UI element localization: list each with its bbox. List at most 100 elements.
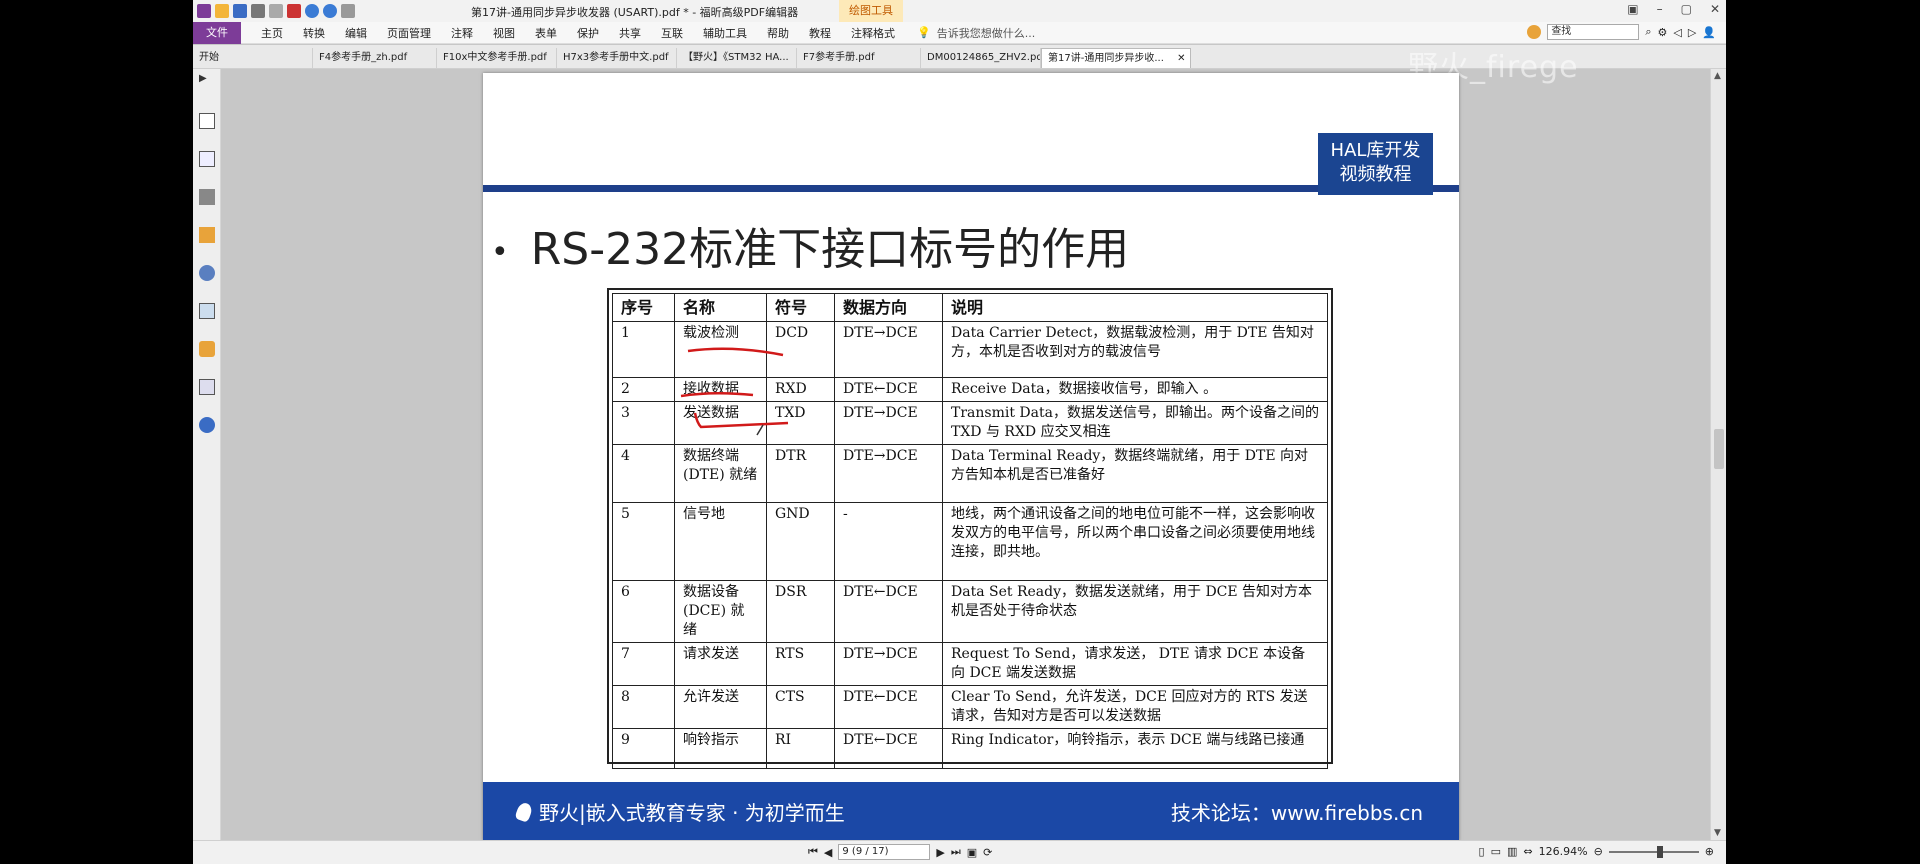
cell-index: 5 (612, 502, 675, 581)
save-icon[interactable] (233, 4, 247, 18)
close-tab-icon[interactable]: ✕ (1177, 53, 1185, 64)
search-person-icon[interactable] (199, 417, 215, 433)
fit-width-icon[interactable]: ⇔ (1523, 845, 1532, 858)
facing-view-icon[interactable]: ▥ (1507, 845, 1517, 858)
minimize-button[interactable]: – (1657, 2, 1663, 16)
page-layout-icon[interactable]: ▣ (967, 846, 977, 859)
scroll-up-arrow-icon[interactable]: ▲ (1714, 71, 1721, 81)
slide-title: • RS-232标准下接口标号的作用 (491, 213, 1129, 277)
table-header-row: 序号 名称 符号 数据方向 说明 (612, 293, 1328, 322)
undo-icon[interactable] (305, 4, 319, 18)
scroll-down-arrow-icon[interactable]: ▼ (1714, 828, 1721, 838)
lightbulb-icon: 💡 (917, 26, 931, 39)
quick-access-toolbar (193, 4, 355, 18)
file-menu[interactable]: 文件 (193, 21, 241, 44)
menu-view[interactable]: 视图 (493, 25, 515, 41)
layers-icon[interactable] (199, 189, 215, 205)
zoom-in-icon[interactable]: ⊕ (1705, 845, 1714, 858)
open-folder-icon[interactable] (215, 4, 229, 18)
tab-h7x3-manual[interactable]: H7x3参考手册中文.pdf (557, 48, 677, 68)
print-icon[interactable] (251, 4, 265, 18)
redo-icon[interactable] (323, 4, 337, 18)
new-doc-icon[interactable] (269, 4, 283, 18)
zoom-level[interactable]: 126.94% (1539, 845, 1588, 858)
cell-direction: DTE←DCE (834, 377, 943, 402)
menu-convert[interactable]: 转换 (303, 25, 325, 41)
tab-usart-lecture[interactable]: 第17讲-通用同步异步收... ✕ (1041, 48, 1191, 68)
forward-icon[interactable]: ▷ (1688, 26, 1696, 39)
zoom-slider[interactable] (1608, 845, 1699, 858)
menu-form[interactable]: 表单 (535, 25, 557, 41)
scroll-thumb[interactable] (1714, 429, 1724, 469)
menu-home[interactable]: 主页 (261, 25, 283, 41)
zoom-slider-knob[interactable] (1656, 845, 1663, 858)
first-page-icon[interactable]: ⏮ (808, 845, 818, 859)
pages-icon[interactable] (199, 151, 215, 167)
menu-protect[interactable]: 保护 (577, 25, 599, 41)
page-number-input[interactable]: 9 (9 / 17) (838, 844, 931, 860)
menu-help[interactable]: 帮助 (767, 25, 789, 41)
next-page-icon[interactable]: ▶ (936, 846, 944, 859)
signature-icon[interactable] (199, 303, 215, 319)
menu-connect[interactable]: 互联 (661, 25, 683, 41)
tab-f4-manual[interactable]: F4参考手册_zh.pdf (313, 48, 437, 68)
slide-footer: 野火|嵌入式教育专家 · 为初学而生 技术论坛：www.firebbs.cn (483, 782, 1459, 841)
page-thumbnails-icon[interactable] (199, 113, 215, 129)
menu-page-management[interactable]: 页面管理 (387, 25, 431, 41)
single-page-view-icon[interactable]: ▯ (1479, 845, 1485, 858)
user-icon[interactable]: 👤 (1702, 26, 1716, 39)
menu-comment-format[interactable]: 注释格式 (851, 25, 895, 41)
rotate-view-icon[interactable]: ⟳ (983, 846, 992, 859)
cell-symbol: RXD (766, 377, 835, 402)
cell-symbol: DTR (766, 444, 835, 503)
context-tab-drawing-tools[interactable]: 绘图工具 (839, 0, 903, 22)
back-icon[interactable]: ◁ (1673, 26, 1681, 39)
zoom-out-icon[interactable]: ⊖ (1594, 845, 1603, 858)
cell-direction: DTE→DCE (834, 444, 943, 503)
comments-icon[interactable] (199, 227, 215, 243)
app-logo-icon (197, 4, 211, 18)
hand-tool-icon[interactable] (341, 4, 355, 18)
cell-direction: DTE←DCE (834, 685, 943, 729)
tab-f7-manual[interactable]: F7参考手册.pdf (797, 48, 921, 68)
account-icon[interactable] (1527, 25, 1542, 39)
tell-me-box[interactable]: 💡 告诉我您想做什么... (917, 25, 1035, 41)
maximize-button[interactable]: ▢ (1681, 2, 1692, 16)
search-input[interactable]: 查找 (1547, 24, 1640, 40)
cell-name: 发送数据 (674, 401, 767, 445)
attachments-icon[interactable] (199, 265, 215, 281)
title-bar: 第17讲-通用同步异步收发器 (USART).pdf * - 福昕高级PDF编辑… (193, 0, 1726, 22)
tab-dm00124865[interactable]: DM00124865_ZHV2.pdf (921, 48, 1041, 68)
menu-share[interactable]: 共享 (619, 25, 641, 41)
col-header-index: 序号 (612, 293, 675, 322)
tab-start[interactable]: 开始 (193, 48, 313, 68)
menu-edit[interactable]: 编辑 (345, 25, 367, 41)
vertical-scrollbar[interactable]: ▲ ▼ (1710, 69, 1726, 840)
menu-accessibility[interactable]: 辅助工具 (703, 25, 747, 41)
tab-stm32-hal[interactable]: 【野火】《STM32 HA... (677, 48, 797, 68)
cell-description: Data Terminal Ready，数据终端就绪，用于 DTE 向对方告知本… (942, 444, 1328, 503)
cell-index: 1 (612, 321, 675, 378)
close-window-button[interactable]: ✕ (1710, 2, 1720, 16)
cell-symbol: RTS (766, 642, 835, 686)
expand-sidebar-icon[interactable]: ▶ (199, 73, 215, 89)
cell-name: 数据设备 (DCE) 就绪 (674, 580, 767, 643)
prev-page-icon[interactable]: ◀ (824, 846, 832, 859)
fields-icon[interactable] (199, 379, 215, 395)
settings-gear-icon[interactable]: ⚙ (1657, 26, 1667, 39)
rs232-table-frame: 序号 名称 符号 数据方向 说明 1 载波检测 DCD DTE→DCE Data… (607, 288, 1333, 769)
menu-tutorial[interactable]: 教程 (809, 25, 831, 41)
pdf-icon[interactable] (287, 4, 301, 18)
cell-symbol: CTS (766, 685, 835, 729)
lock-icon[interactable] (199, 341, 215, 357)
cell-name: 载波检测 (674, 321, 767, 378)
continuous-view-icon[interactable]: ▭ (1491, 845, 1501, 858)
col-header-direction: 数据方向 (834, 293, 943, 322)
last-page-icon[interactable]: ⏭ (951, 845, 961, 859)
search-icon[interactable]: ⌕ (1645, 25, 1651, 39)
ribbon-options-icon[interactable]: ▣ (1627, 2, 1638, 16)
header-rule (483, 185, 1459, 192)
menu-comment[interactable]: 注释 (451, 25, 473, 41)
cell-direction: DTE→DCE (834, 401, 943, 445)
tab-f10x-manual[interactable]: F10x中文参考手册.pdf (437, 48, 557, 68)
